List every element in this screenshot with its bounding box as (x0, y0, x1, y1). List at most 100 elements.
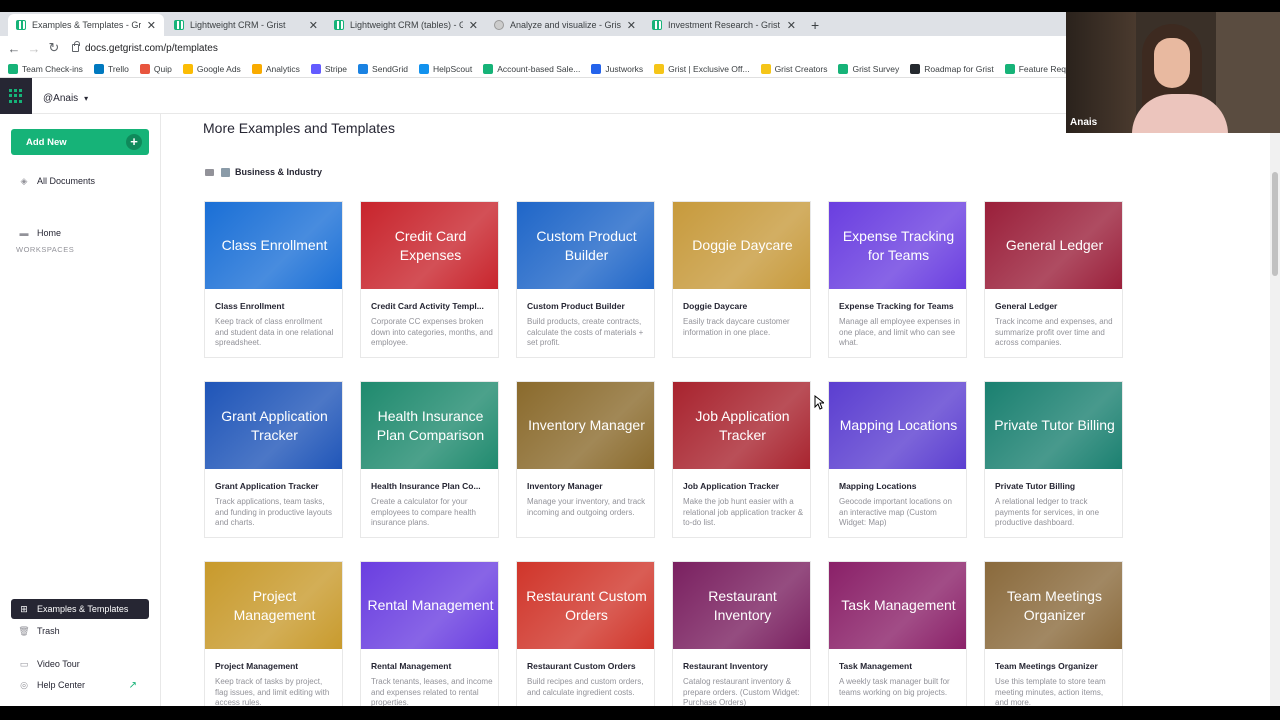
template-title[interactable]: Credit Card Activity Templ... (371, 301, 484, 311)
template-card[interactable]: Task Management Task Management A weekly t… (828, 561, 967, 706)
tab-analyze-visualize[interactable]: Analyze and visualize - Grist Help ✕ (486, 14, 644, 36)
template-title[interactable]: Task Management (839, 661, 912, 671)
org-selector[interactable]: @Anais ▾ (43, 93, 88, 104)
sidebar-item-trash[interactable]: 🗑 Trash (11, 621, 149, 641)
template-card[interactable]: Mapping Locations Mapping Locations Geocod… (828, 381, 967, 538)
template-title[interactable]: General Ledger (995, 301, 1057, 311)
template-thumbnail[interactable]: Class Enrollment (205, 202, 342, 289)
template-title[interactable]: Mapping Locations (839, 481, 916, 491)
template-thumbnail[interactable]: Private Tutor Billing (985, 382, 1122, 469)
template-thumbnail[interactable]: Health Insurance Plan Comparison (361, 382, 498, 469)
browser-address-bar: ← → ↻ docs.getgrist.com/p/templates (0, 36, 1066, 60)
template-card[interactable]: Custom Product Builder Custom Product Bui… (516, 201, 655, 358)
page-scrollbar[interactable] (1270, 114, 1280, 706)
sidebar-item-all-documents[interactable]: ◈ All Documents (11, 171, 149, 191)
bookmark-item[interactable]: Team Check-ins (8, 63, 83, 74)
new-tab-plus-icon[interactable]: + (811, 17, 819, 33)
template-card[interactable]: Restaurant Inventory Restaurant Inventory… (672, 561, 811, 706)
template-card[interactable]: Team Meetings Organizer Team Meetings Org… (984, 561, 1123, 706)
screen-top-border (0, 0, 1280, 12)
bookmark-item[interactable]: Analytics (251, 63, 300, 74)
template-thumbnail[interactable]: Job Application Tracker (673, 382, 810, 469)
tab-lightweight-crm-tables[interactable]: Lightweight CRM (tables) - Grist ✕ (326, 14, 486, 36)
sidebar-item-home[interactable]: ▬ Home (11, 223, 149, 243)
url-field[interactable]: docs.getgrist.com/p/templates (72, 41, 218, 54)
template-title[interactable]: Custom Product Builder (527, 301, 625, 311)
bookmark-item[interactable]: HelpScout (418, 63, 472, 74)
bookmark-item[interactable]: Quip (139, 63, 172, 74)
sidebar-item-examples-templates[interactable]: ⊞ Examples & Templates (11, 599, 149, 619)
template-card[interactable]: Doggie Daycare Doggie Daycare Easily track… (672, 201, 811, 358)
apps-grid-icon[interactable] (0, 78, 32, 114)
template-title[interactable]: Job Application Tracker (683, 481, 779, 491)
template-title[interactable]: Project Management (215, 661, 298, 671)
back-arrow-icon[interactable]: ← (4, 41, 24, 56)
tab-examples-templates[interactable]: Examples & Templates - Grist ✕ (8, 14, 164, 36)
scrollbar-thumb[interactable] (1272, 172, 1278, 276)
template-thumbnail[interactable]: Doggie Daycare (673, 202, 810, 289)
bookmark-icon (251, 63, 262, 74)
template-thumbnail[interactable]: Grant Application Tracker (205, 382, 342, 469)
template-title[interactable]: Rental Management (371, 661, 451, 671)
template-title[interactable]: Expense Tracking for Teams (839, 301, 954, 311)
template-thumbnail[interactable]: Project Management (205, 562, 342, 649)
sidebar-item-video-tour[interactable]: ▭ Video Tour (11, 654, 149, 674)
bookmark-item[interactable]: SendGrid (358, 63, 408, 74)
template-card[interactable]: Credit Card Expenses Credit Card Activity… (360, 201, 499, 358)
template-thumbnail[interactable]: Task Management (829, 562, 966, 649)
template-card[interactable]: Health Insurance Plan Comparison Health I… (360, 381, 499, 538)
template-card[interactable]: Rental Management Rental Management Track … (360, 561, 499, 706)
template-title[interactable]: Team Meetings Organizer (995, 661, 1098, 671)
bookmark-item[interactable]: Google Ads (182, 63, 241, 74)
template-title[interactable]: Inventory Manager (527, 481, 603, 491)
template-card[interactable]: Project Management Project Management Keep… (204, 561, 343, 706)
template-card[interactable]: Restaurant Custom Orders Restaurant Custo… (516, 561, 655, 706)
template-thumbnail[interactable]: Credit Card Expenses (361, 202, 498, 289)
template-thumbnail[interactable]: Restaurant Custom Orders (517, 562, 654, 649)
template-thumbnail[interactable]: Team Meetings Organizer (985, 562, 1122, 649)
bookmark-item[interactable]: Grist Survey (838, 63, 899, 74)
template-card[interactable]: Job Application Tracker Job Application T… (672, 381, 811, 538)
bookmark-item[interactable]: Justworks (591, 63, 643, 74)
template-title[interactable]: Restaurant Custom Orders (527, 661, 636, 671)
template-thumbnail[interactable]: Mapping Locations (829, 382, 966, 469)
template-thumbnail[interactable]: General Ledger (985, 202, 1122, 289)
add-new-button[interactable]: Add New + (11, 129, 149, 155)
template-card[interactable]: Grant Application Tracker Grant Applicati… (204, 381, 343, 538)
bookmark-item[interactable]: Grist Creators (760, 63, 827, 74)
tab-lightweight-crm[interactable]: Lightweight CRM - Grist ✕ (166, 14, 326, 36)
template-thumbnail[interactable]: Expense Tracking for Teams (829, 202, 966, 289)
bookmark-item[interactable]: Roadmap for Grist (910, 63, 994, 74)
template-card[interactable]: General Ledger General Ledger Track income… (984, 201, 1123, 358)
forward-arrow-icon[interactable]: → (24, 41, 44, 56)
template-title[interactable]: Class Enrollment (215, 301, 284, 311)
template-thumbnail[interactable]: Custom Product Builder (517, 202, 654, 289)
close-icon[interactable]: ✕ (469, 19, 478, 32)
template-card[interactable]: Private Tutor Billing Private Tutor Billi… (984, 381, 1123, 538)
template-title[interactable]: Grant Application Tracker (215, 481, 319, 491)
template-title[interactable]: Health Insurance Plan Co... (371, 481, 481, 491)
template-thumbnail[interactable]: Inventory Manager (517, 382, 654, 469)
bookmark-icon (358, 63, 369, 74)
close-icon[interactable]: ✕ (309, 19, 318, 32)
sidebar-item-help-center[interactable]: ◎ Help Center ↗ (11, 675, 149, 695)
close-icon[interactable]: ✕ (147, 19, 156, 32)
bookmark-item[interactable]: Account-based Sale... (483, 63, 580, 74)
bookmark-item[interactable]: Trello (93, 63, 129, 74)
bookmark-item[interactable]: Stripe (310, 63, 347, 74)
layers-icon: ◈ (20, 175, 28, 186)
template-thumbnail[interactable]: Rental Management (361, 562, 498, 649)
template-card[interactable]: Inventory Manager Inventory Manager Manage… (516, 381, 655, 538)
close-icon[interactable]: ✕ (787, 19, 796, 32)
tab-investment-research[interactable]: Investment Research - Grist ✕ (644, 14, 804, 36)
template-card[interactable]: Class Enrollment Class Enrollment Keep tra… (204, 201, 343, 358)
reload-icon[interactable]: ↻ (44, 40, 64, 56)
template-title[interactable]: Restaurant Inventory (683, 661, 768, 671)
bookmark-label: Grist | Exclusive Off... (668, 63, 750, 74)
template-title[interactable]: Private Tutor Billing (995, 481, 1075, 491)
close-icon[interactable]: ✕ (627, 19, 636, 32)
template-card[interactable]: Expense Tracking for Teams Expense Tracki… (828, 201, 967, 358)
template-title[interactable]: Doggie Daycare (683, 301, 747, 311)
bookmark-item[interactable]: Grist | Exclusive Off... (654, 63, 750, 74)
template-thumbnail[interactable]: Restaurant Inventory (673, 562, 810, 649)
